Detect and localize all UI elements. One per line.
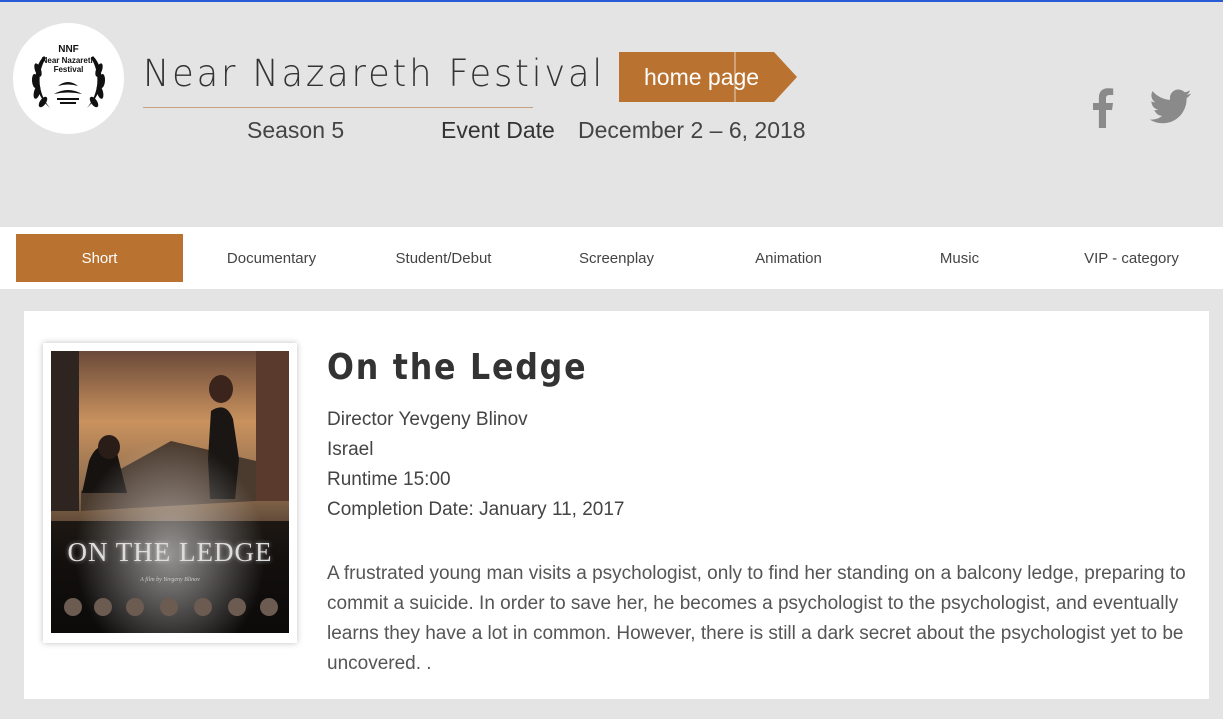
- nav-item-student-debut[interactable]: Student/Debut: [360, 234, 527, 282]
- logo-line1: Near Nazareth: [41, 56, 96, 65]
- nav-item-screenplay[interactable]: Screenplay: [533, 234, 700, 282]
- home-page-button[interactable]: home page: [619, 52, 797, 102]
- poster-title: ON THE LEDGE: [67, 537, 273, 567]
- home-page-label: home page: [644, 64, 760, 90]
- nav-item-documentary[interactable]: Documentary: [188, 234, 355, 282]
- season-label: Season 5: [247, 117, 345, 143]
- film-country: Israel: [327, 439, 374, 460]
- twitter-icon[interactable]: [1148, 86, 1194, 128]
- site-title[interactable]: Near Nazareth Festival: [143, 52, 605, 95]
- nav-item-animation[interactable]: Animation: [705, 234, 872, 282]
- top-accent-line: [0, 0, 1223, 2]
- nav-item-music[interactable]: Music: [876, 234, 1043, 282]
- title-divider: [143, 107, 533, 108]
- film-poster[interactable]: ON THE LEDGE A film by Yevgeny Blinov: [51, 351, 289, 633]
- film-description: A frustrated young man visits a psycholo…: [327, 563, 1186, 674]
- film-completion-date: Completion Date: January 11, 2017: [327, 499, 625, 520]
- film-title: On the Ledge: [327, 347, 588, 388]
- festival-logo[interactable]: NNF Near Nazareth Festival: [13, 23, 124, 134]
- event-date-label: Event Date: [441, 117, 555, 143]
- nav-item-short[interactable]: Short: [16, 234, 183, 282]
- logo-abbr: NNF: [58, 44, 79, 55]
- film-runtime: Runtime 15:00: [327, 469, 451, 490]
- film-director: Director Yevgeny Blinov: [327, 409, 528, 430]
- logo-line2: Festival: [53, 65, 84, 74]
- nav-item-vip-category[interactable]: VIP - category: [1048, 234, 1215, 282]
- poster-artwork: [51, 351, 289, 633]
- facebook-icon[interactable]: [1088, 86, 1118, 128]
- event-date-value: December 2 – 6, 2018: [578, 117, 806, 143]
- category-nav: Short Documentary Student/Debut Screenpl…: [0, 227, 1223, 289]
- poster-subtitle: A film by Yevgeny Blinov: [140, 577, 200, 583]
